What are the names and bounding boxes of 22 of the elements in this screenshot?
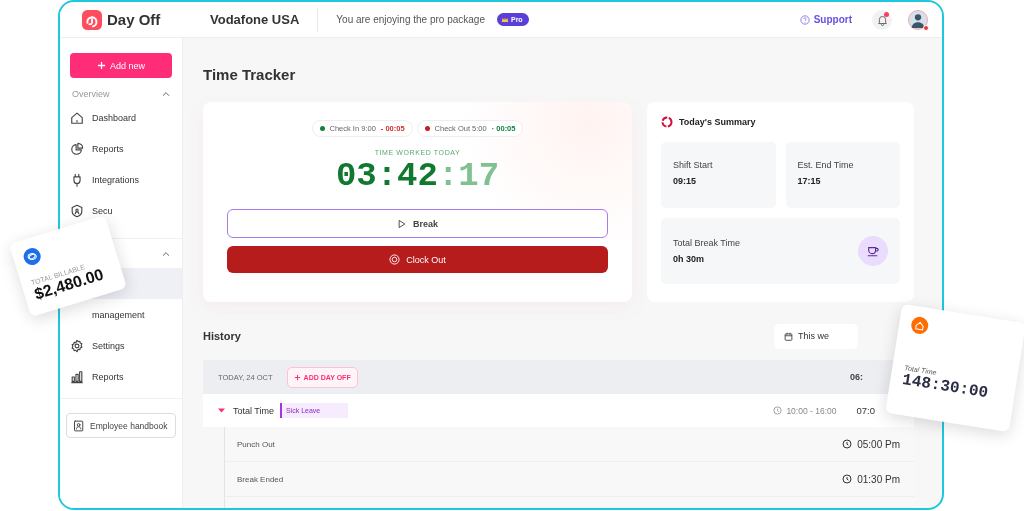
tile-value: 09:15 — [673, 176, 698, 186]
time-range: 10:00 - 16:00 — [786, 405, 837, 416]
tile-label: Shift Start — [673, 160, 713, 170]
day-total: 06: — [850, 372, 863, 382]
company-name: Vodafone USA — [210, 7, 319, 32]
section-label: Overview — [72, 89, 110, 99]
promo-text: You are enjoying the pro package — [336, 14, 485, 25]
card-title: Today's Summary — [679, 117, 756, 127]
row-total: 07:0 — [856, 405, 875, 416]
brand-name: Day Off — [107, 11, 161, 28]
tile-value: 0h 30m — [673, 254, 706, 264]
entry-time: 05:00 Pm — [857, 438, 900, 450]
tile-value: 17:15 — [797, 176, 822, 186]
tile-label: Est. End Time — [797, 160, 854, 170]
page-title: Time Tracker — [203, 66, 297, 85]
entry-time: 01:30 Pm — [857, 473, 900, 485]
entry-label: Punch Out — [237, 439, 275, 449]
tile-label: Total Break Time — [673, 238, 741, 248]
section-title: History — [203, 330, 241, 342]
timer-readout: 03:42:17 — [335, 159, 500, 193]
entry-label: Break Ended — [237, 474, 284, 484]
row-label: Total Time — [233, 405, 274, 416]
